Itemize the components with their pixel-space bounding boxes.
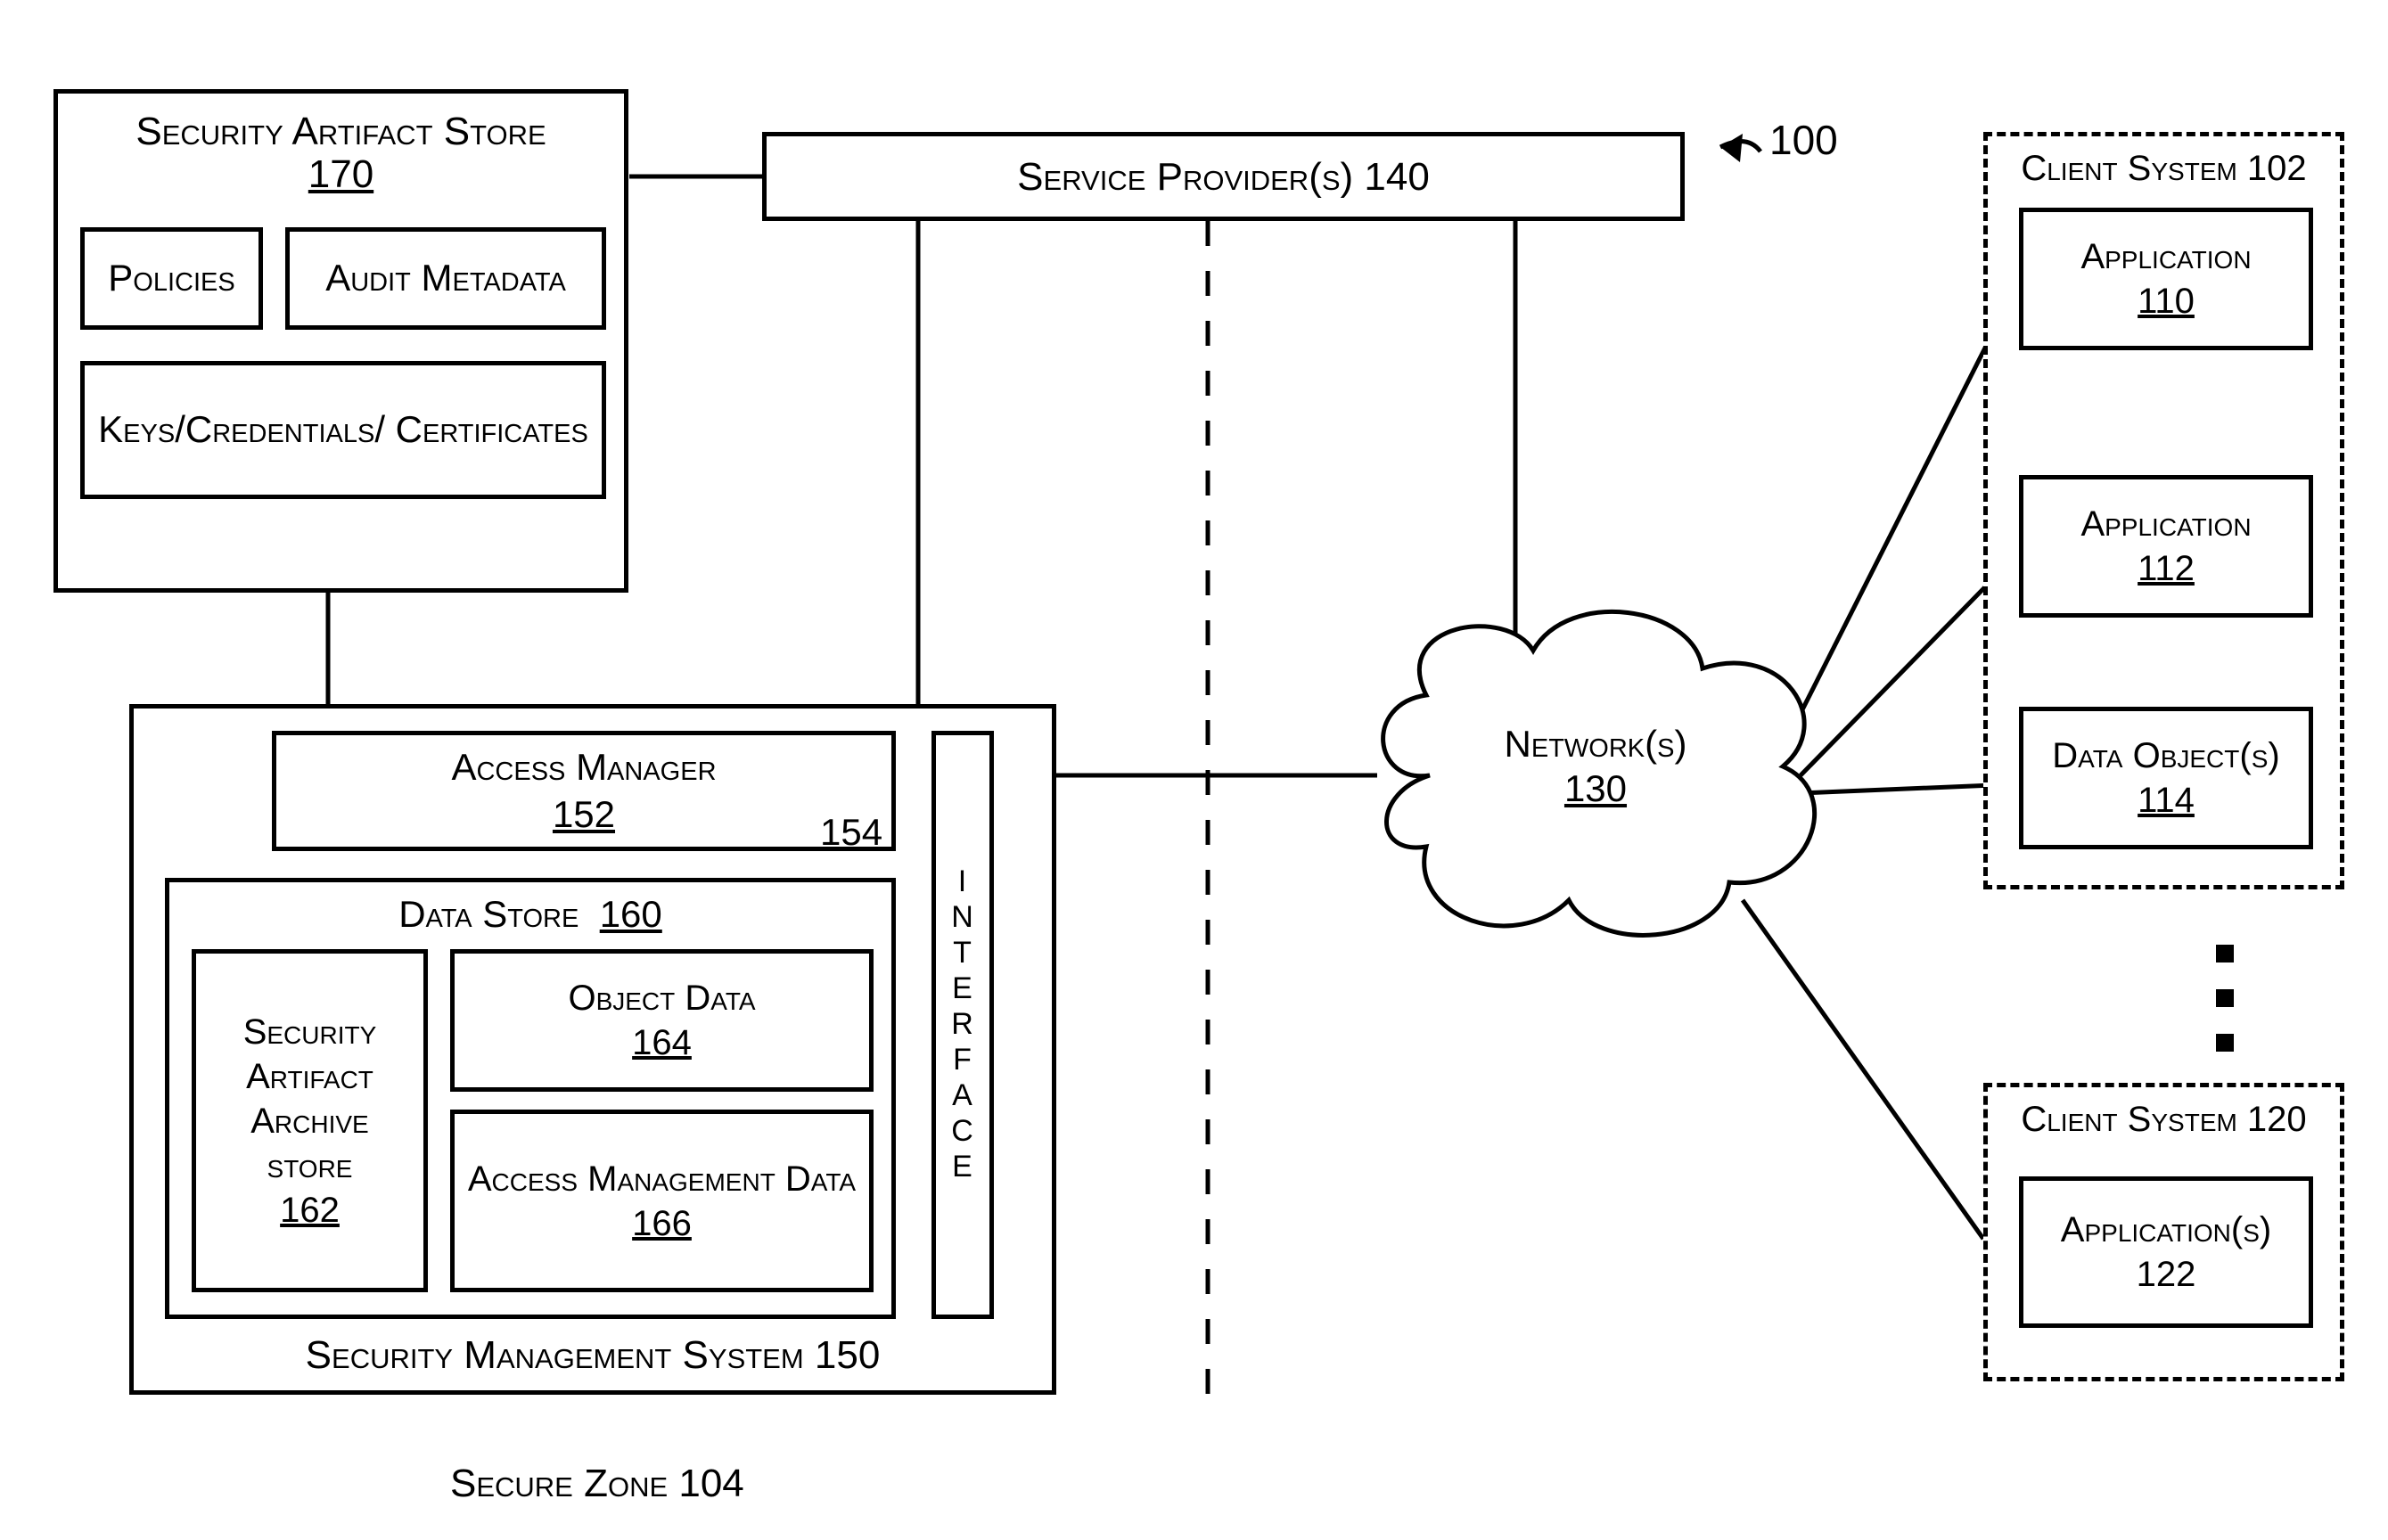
interface-label: INTERFACE	[943, 864, 981, 1185]
network-label: Network(s) 130	[1480, 722, 1711, 812]
data-store-title: Data Store	[398, 893, 579, 935]
access-manager-box: Access Manager 152	[272, 731, 896, 851]
secure-zone-label: Secure Zone 104	[450, 1462, 744, 1506]
audit-metadata-label: Audit Metadata	[325, 255, 566, 302]
client-system-102-title: Client System 102	[1988, 149, 2340, 189]
app-112-label: Application	[2080, 502, 2251, 546]
service-provider-label: Service Provider(s) 140	[1017, 152, 1430, 201]
sms-title: Security Management System 150	[134, 1333, 1052, 1378]
access-manager-label: Access Manager	[451, 744, 716, 791]
data-object-114-label: Data Object(s)	[2052, 733, 2279, 778]
amd-box: Access Management Data 166	[450, 1110, 874, 1292]
artifact-store-num: 170	[58, 152, 624, 197]
app-110-label: Application	[2080, 234, 2251, 279]
amd-label: Access Management Data	[468, 1157, 856, 1201]
figure-ref: 100	[1769, 116, 1838, 164]
app-112-box: Application 112	[2019, 475, 2313, 618]
client-system-120-box: Client System 120 Application(s) 122	[1983, 1083, 2344, 1381]
saa-box: Security Artifact Archive store 162	[192, 949, 428, 1292]
app-122-box: Application(s) 122	[2019, 1176, 2313, 1328]
artifact-store-box: Security Artifact Store 170 Policies Aud…	[53, 89, 628, 593]
saa-label: Security Artifact Archive store	[203, 1010, 416, 1188]
client-system-102-box: Client System 102 Application 110 Applic…	[1983, 132, 2344, 889]
sms-box: Security Management System 150 Access Ma…	[129, 704, 1056, 1395]
audit-metadata-box: Audit Metadata	[285, 227, 606, 330]
service-provider-box: Service Provider(s) 140	[762, 132, 1685, 221]
interface-callout-num: 154	[820, 811, 882, 854]
network-num: 130	[1564, 767, 1627, 809]
access-manager-num: 152	[553, 791, 615, 839]
kcc-label: Keys/Credentials/ Certificates	[98, 406, 588, 454]
data-store-box: Data Store 160 Security Artifact Archive…	[165, 878, 896, 1319]
saa-num: 162	[280, 1188, 340, 1233]
app-110-num: 110	[2138, 279, 2195, 324]
app-110-box: Application 110	[2019, 208, 2313, 350]
data-object-114-box: Data Object(s) 114	[2019, 707, 2313, 849]
artifact-store-title: Security Artifact Store	[58, 110, 624, 154]
policies-box: Policies	[80, 227, 263, 330]
policies-label: Policies	[108, 255, 234, 302]
app-122-label: Application(s) 122	[2031, 1208, 2302, 1297]
data-store-num: 160	[600, 893, 662, 935]
kcc-box: Keys/Credentials/ Certificates	[80, 361, 606, 499]
data-object-114-num: 114	[2138, 778, 2195, 823]
app-112-num: 112	[2138, 546, 2195, 591]
client-system-120-title: Client System 120	[1988, 1100, 2340, 1140]
interface-box: INTERFACE	[931, 731, 994, 1319]
object-data-label: Object Data	[568, 976, 755, 1020]
object-data-box: Object Data 164	[450, 949, 874, 1092]
amd-num: 166	[632, 1201, 692, 1246]
object-data-num: 164	[632, 1020, 692, 1065]
